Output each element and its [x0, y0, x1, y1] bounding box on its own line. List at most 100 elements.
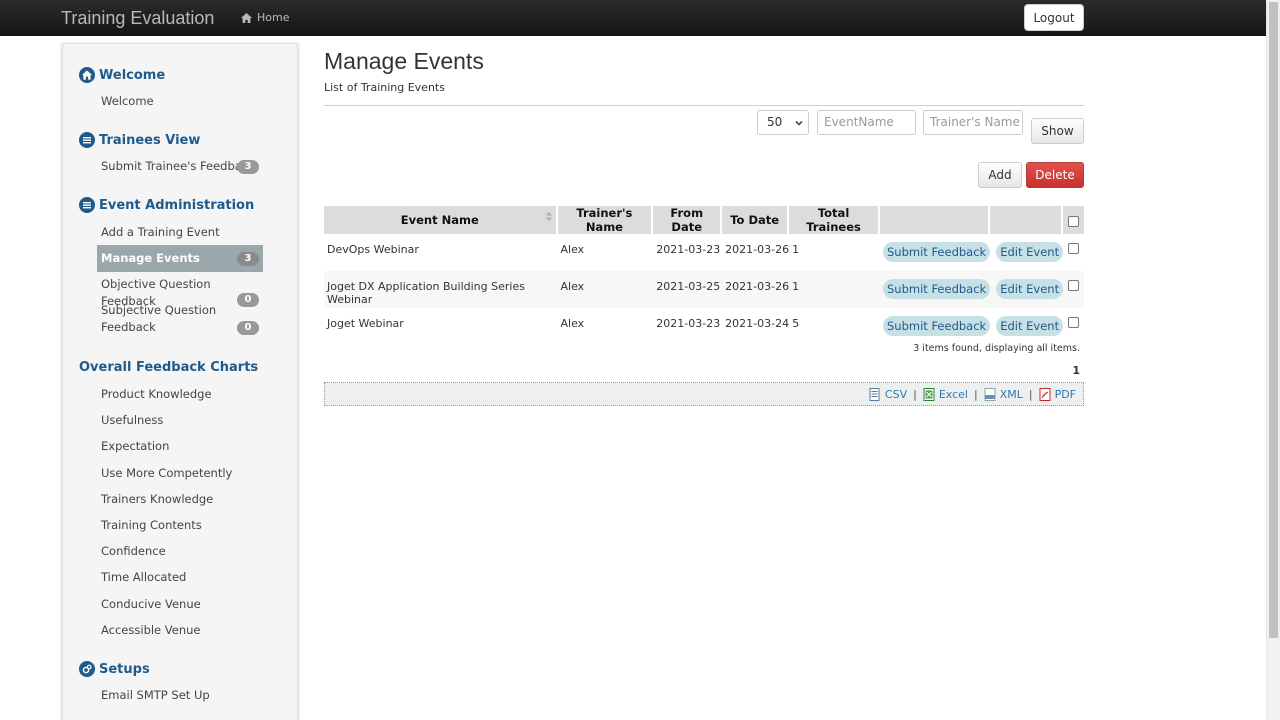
cell-submit-feedback: Submit Feedback [880, 308, 991, 345]
submit-feedback-button[interactable]: Submit Feedback [883, 279, 991, 299]
edit-event-button[interactable]: Edit Event [996, 279, 1064, 299]
list-icon [79, 197, 95, 213]
section-label: Event Administration [99, 197, 255, 213]
row-checkbox[interactable] [1068, 243, 1080, 254]
sidebar-item-subjective-question-feedback[interactable]: Subjective Question Feedback [97, 302, 227, 336]
column-header-event-name[interactable]: Event Name [324, 206, 558, 234]
cell-event-name: Joget DX Application Building Series Web… [324, 271, 558, 308]
sidebar-item-expectation[interactable]: Expectation [97, 438, 263, 455]
delete-button[interactable]: Delete [1026, 162, 1084, 188]
add-button[interactable]: Add [978, 162, 1022, 188]
export-bar: CSV | Excel | XML | PDF [324, 382, 1084, 406]
list-icon [79, 132, 95, 148]
table-row: Joget Webinar Alex 2021-03-23 2021-03-24… [324, 308, 1084, 345]
chevron-down-icon [795, 120, 803, 126]
home-link[interactable]: Home [241, 11, 289, 24]
sidebar-item-welcome[interactable]: Welcome [97, 93, 263, 110]
table-row: Joget DX Application Building Series Web… [324, 271, 1084, 308]
count-badge: 0 [237, 321, 259, 335]
sidebar-item-label: Product Knowledge [101, 387, 212, 401]
section-label: Overall Feedback Charts [79, 360, 259, 375]
sidebar-item-email-smtp-setup[interactable]: Email SMTP Set Up [97, 687, 263, 704]
trainer-name-filter-input[interactable]: Trainer's Name [923, 110, 1023, 135]
sidebar-item-label: Usefulness [101, 413, 164, 427]
edit-event-button[interactable]: Edit Event [996, 316, 1064, 336]
separator: | [973, 387, 978, 401]
column-header-total-trainees[interactable]: Total Trainees [789, 206, 880, 234]
cell-submit-feedback: Submit Feedback [880, 271, 991, 308]
event-name-filter-input[interactable]: EventName [817, 110, 916, 135]
export-excel-link[interactable]: Excel [923, 387, 968, 401]
sidebar-item-add-training-event[interactable]: Add a Training Event [97, 224, 263, 241]
column-header-to-date[interactable]: To Date [722, 206, 790, 234]
column-header-edit-event [990, 206, 1064, 234]
sidebar-item-usefulness[interactable]: Usefulness [97, 412, 263, 429]
sidebar-item-label: Conducive Venue [101, 597, 201, 611]
row-checkbox[interactable] [1068, 280, 1080, 291]
edit-event-button[interactable]: Edit Event [996, 242, 1064, 262]
column-header-label: Total Trainees [806, 206, 861, 234]
sidebar-item-time-allocated[interactable]: Time Allocated [97, 569, 263, 586]
export-xml-link[interactable]: XML [984, 387, 1023, 401]
sidebar-item-product-knowledge[interactable]: Product Knowledge [97, 386, 263, 403]
column-header-label: Trainer's Name [576, 206, 633, 234]
home-link-label: Home [257, 11, 290, 24]
cell-edit-event: Edit Event [990, 271, 1064, 308]
column-header-label: To Date [730, 213, 780, 227]
sidebar-item-trainers-knowledge[interactable]: Trainers Knowledge [97, 491, 263, 508]
items-summary: 3 items found, displaying all items. [913, 343, 1080, 354]
cell-edit-event: Edit Event [990, 308, 1064, 345]
sidebar-item-use-more-competently[interactable]: Use More Competently [97, 465, 263, 482]
page-number[interactable]: 1 [1060, 364, 1080, 377]
row-checkbox[interactable] [1068, 317, 1080, 328]
sidebar-item-label: Add a Training Event [101, 225, 220, 239]
sidebar-item-accessible-venue[interactable]: Accessible Venue [97, 622, 263, 639]
export-label: CSV [884, 387, 908, 401]
excel-file-icon [923, 387, 935, 401]
column-header-trainer-name[interactable]: Trainer's Name [557, 206, 654, 234]
sidebar-item-label: Time Allocated [101, 570, 187, 584]
column-header-submit-feedback [880, 206, 991, 234]
sidebar-item-confidence[interactable]: Confidence [97, 543, 263, 560]
sidebar-item-label: Confidence [101, 544, 166, 558]
sidebar-item-label: Welcome [101, 94, 154, 108]
cell-submit-feedback: Submit Feedback [880, 234, 991, 271]
sidebar-item-conducive-venue[interactable]: Conducive Venue [97, 596, 263, 613]
export-csv-link[interactable]: CSV [869, 387, 908, 401]
cell-trainer-name: Alex [557, 271, 654, 308]
cell-trainer-name: Alex [560, 317, 585, 330]
page-size-select[interactable]: 50 [757, 110, 809, 135]
logout-button[interactable]: Logout [1024, 4, 1084, 31]
section-title-welcome: Welcome [79, 67, 165, 83]
table-header-row: Event Name Trainer's Name From Date To D… [324, 206, 1084, 234]
sidebar-item-manage-events[interactable]: Manage Events 3 [97, 245, 263, 272]
export-label: Excel [938, 387, 968, 401]
export-pdf-link[interactable]: PDF [1039, 387, 1076, 401]
sidebar-item-label: Manage Events [101, 251, 200, 265]
cell-total-trainees: 1 [792, 243, 800, 256]
count-badge: 3 [237, 160, 259, 174]
pdf-file-icon [1039, 387, 1051, 401]
section-title-event-administration: Event Administration [79, 197, 254, 213]
export-label: PDF [1054, 387, 1076, 401]
csv-file-icon [869, 387, 880, 401]
divider [324, 105, 1084, 106]
page-scrollbar[interactable] [1266, 0, 1280, 720]
sidebar-item-training-contents[interactable]: Training Contents [97, 517, 263, 534]
scrollbar-thumb[interactable] [1269, 2, 1278, 638]
submit-feedback-button[interactable]: Submit Feedback [883, 316, 991, 336]
separator: | [1028, 387, 1033, 401]
cell-to-date: 2021-03-26 [722, 271, 790, 308]
show-button[interactable]: Show [1031, 118, 1084, 144]
select-all-checkbox[interactable] [1068, 215, 1080, 227]
cell-event-name: DevOps Webinar [327, 243, 419, 256]
xml-file-icon [984, 387, 996, 401]
sidebar-item-label: Use More Competently [101, 466, 233, 480]
cell-select [1063, 308, 1084, 345]
sidebar: Welcome Welcome Trainees View Submit Tra… [62, 43, 298, 720]
app-title[interactable]: Training Evaluation [61, 8, 214, 29]
column-header-from-date[interactable]: From Date [653, 206, 723, 234]
sidebar-item-submit-trainee-feedback[interactable]: Submit Trainee's Feedback 3 [97, 158, 263, 175]
submit-feedback-button[interactable]: Submit Feedback [883, 242, 991, 262]
page-size-value: 50 [767, 115, 783, 129]
